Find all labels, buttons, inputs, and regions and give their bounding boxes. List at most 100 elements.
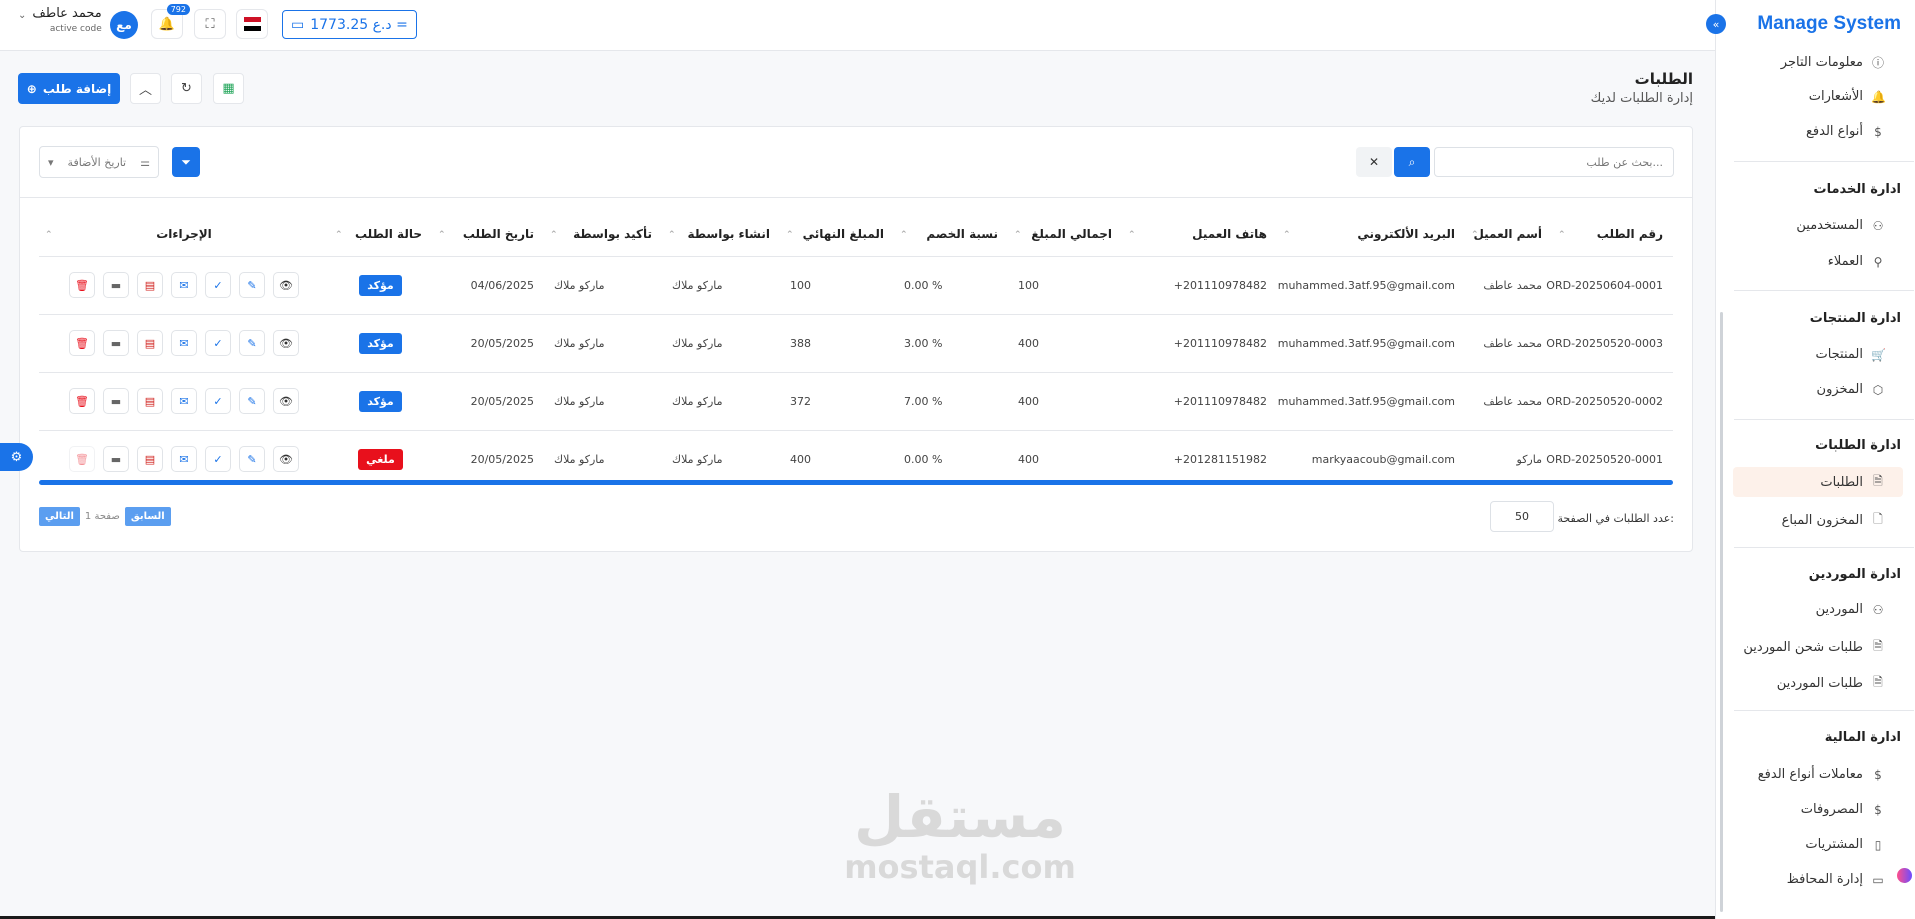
column-header[interactable]: رقم الطلب ⌃ bbox=[1552, 213, 1673, 256]
sidebar-item-notifications[interactable]: الأشعارات 🔔 bbox=[1809, 89, 1886, 104]
view-button[interactable]: 👁 bbox=[273, 272, 299, 298]
confirm-button[interactable]: ✓ bbox=[205, 272, 231, 298]
sort-icon[interactable]: ⌃ bbox=[900, 230, 908, 240]
sort-icon[interactable]: ⌃ bbox=[1128, 230, 1136, 240]
confirm-button[interactable]: ✓ bbox=[205, 388, 231, 414]
column-header[interactable]: هاتف العميل ⌃ bbox=[1122, 213, 1277, 256]
table-row[interactable]: ORD-20250520-0002 محمد عاطف muhammed.3atf.… bbox=[39, 371, 1673, 430]
sidebar-item-users[interactable]: المستخدمين ⚇ bbox=[1796, 218, 1885, 233]
table-row[interactable]: ORD-20250520-0003 محمد عاطف muhammed.3atf.… bbox=[39, 313, 1673, 372]
pdf-button[interactable]: ▤ bbox=[137, 330, 163, 356]
delete-button[interactable]: 🗑 bbox=[69, 446, 95, 473]
settings-button[interactable]: ⚙ bbox=[0, 443, 33, 471]
watermark-arabic: مستقل bbox=[853, 783, 1067, 851]
sidebar-item-products[interactable]: المنتجات 🛒 bbox=[1815, 347, 1885, 362]
pdf-button[interactable]: ▤ bbox=[137, 446, 163, 473]
column-header[interactable]: حالة الطلب ⌃ bbox=[329, 213, 432, 256]
sidebar-item-merchant-info[interactable]: معلومات التاجر ⓘ bbox=[1781, 54, 1885, 71]
edit-button[interactable]: ✎ bbox=[239, 272, 265, 298]
pdf-button[interactable]: ▤ bbox=[137, 388, 163, 414]
column-header[interactable]: المبلغ النهائي ⌃ bbox=[780, 213, 894, 256]
sort-icon[interactable]: ⌃ bbox=[335, 230, 343, 240]
filter-icon: ⏷ bbox=[181, 154, 191, 169]
export-excel-button[interactable]: ▦ bbox=[213, 73, 244, 104]
per-page-input[interactable]: 50 bbox=[1490, 501, 1554, 532]
confirm-button[interactable]: ✓ bbox=[205, 446, 231, 473]
wallet-button[interactable]: ▬ bbox=[103, 446, 129, 473]
language-button[interactable] bbox=[236, 9, 268, 39]
add-order-button[interactable]: ⊕ إضافة طلب bbox=[18, 73, 120, 104]
search-button[interactable]: ⌕ bbox=[1394, 147, 1430, 177]
column-header[interactable]: أسم العميل ⌃ bbox=[1465, 213, 1552, 256]
delete-button[interactable]: 🗑 bbox=[69, 272, 95, 298]
user-menu[interactable]: ⌄ محمد عاطف active code bbox=[18, 6, 102, 34]
notifications-button[interactable]: 🔔 792 bbox=[151, 4, 190, 39]
edit-button[interactable]: ✎ bbox=[239, 446, 265, 473]
sort-icon[interactable]: ⌃ bbox=[1014, 230, 1022, 240]
prev-page-button[interactable]: السابق bbox=[124, 507, 171, 526]
balance-display[interactable]: ▭ 1773.25 د.ع = bbox=[282, 10, 417, 39]
next-page-button[interactable]: التالي bbox=[39, 507, 80, 526]
mail-button[interactable]: ✉ bbox=[171, 446, 197, 473]
date-sort-select[interactable]: ▾ تاريخ الأضافة ⚌ bbox=[39, 146, 159, 178]
balance-value: 1773.25 د.ع = bbox=[310, 16, 408, 33]
sidebar-item-purchases[interactable]: المشتريات ▯ bbox=[1805, 837, 1885, 852]
column-header[interactable]: الإجراءات ⌃ bbox=[39, 213, 329, 256]
column-header[interactable]: انشاء بواسطة ⌃ bbox=[662, 213, 780, 256]
sort-icon[interactable]: ⌃ bbox=[1558, 230, 1566, 240]
column-header[interactable]: اجمالي المبلغ ⌃ bbox=[1008, 213, 1122, 256]
sidebar-item-supplier-orders[interactable]: طلبات الموردين 🗎 bbox=[1777, 673, 1885, 694]
sort-icon[interactable]: ⌃ bbox=[668, 230, 676, 240]
sidebar-item-orders[interactable]: 🗎 الطلبات bbox=[1733, 467, 1903, 497]
collapse-button[interactable]: ︿ bbox=[130, 73, 161, 104]
sort-icon[interactable]: ⌃ bbox=[550, 230, 558, 240]
confirm-button[interactable]: ✓ bbox=[205, 330, 231, 356]
sidebar-item-payment-transactions[interactable]: معاملات أنواع الدفع $ bbox=[1758, 767, 1885, 782]
refresh-button[interactable]: ↻ bbox=[171, 73, 202, 104]
edit-button[interactable]: ✎ bbox=[239, 388, 265, 414]
fullscreen-icon: ⛶ bbox=[205, 16, 215, 32]
app-logo-icon[interactable] bbox=[1897, 868, 1912, 883]
edit-button[interactable]: ✎ bbox=[239, 330, 265, 356]
filter-button[interactable]: ⏷ bbox=[172, 147, 200, 177]
sort-icon[interactable]: ⌃ bbox=[786, 230, 794, 240]
column-header[interactable]: البريد الألكتروني ⌃ bbox=[1277, 213, 1465, 256]
view-icon: 👁 bbox=[279, 394, 293, 408]
sidebar-item-inventory[interactable]: المخزون ⬡ bbox=[1817, 382, 1885, 397]
mail-button[interactable]: ✉ bbox=[171, 272, 197, 298]
mail-button[interactable]: ✉ bbox=[171, 388, 197, 414]
sidebar-item-sold-inventory[interactable]: المخزون المباع 🗋 bbox=[1782, 510, 1885, 531]
view-button[interactable]: 👁 bbox=[273, 330, 299, 356]
wallet-button[interactable]: ▬ bbox=[103, 272, 129, 298]
wallet-button[interactable]: ▬ bbox=[103, 330, 129, 356]
delete-button[interactable]: 🗑 bbox=[69, 330, 95, 356]
sidebar-item-suppliers[interactable]: الموردين ⚇ bbox=[1816, 602, 1885, 617]
clear-search-button[interactable]: ✕ bbox=[1356, 147, 1392, 177]
search-input[interactable]: بحث عن طلب... bbox=[1434, 147, 1674, 177]
delete-button[interactable]: 🗑 bbox=[69, 388, 95, 414]
fullscreen-button[interactable]: ⛶ bbox=[194, 9, 226, 39]
sidebar-item-supplier-shipping-orders[interactable]: طلبات شحن الموردين 🗎 bbox=[1743, 637, 1885, 658]
view-button[interactable]: 👁 bbox=[273, 446, 299, 473]
sort-icon[interactable]: ⌃ bbox=[1471, 230, 1479, 240]
column-header[interactable]: نسبة الخصم ⌃ bbox=[894, 213, 1008, 256]
sort-icon[interactable]: ⌃ bbox=[438, 230, 446, 240]
collapse-sidebar-button[interactable]: « bbox=[1706, 14, 1726, 34]
chevron-down-icon[interactable]: ⌄ bbox=[18, 10, 26, 21]
pdf-button[interactable]: ▤ bbox=[137, 272, 163, 298]
sidebar-scrollbar[interactable] bbox=[1720, 312, 1723, 912]
sidebar-item-payment-types[interactable]: أنواع الدفع $ bbox=[1806, 124, 1885, 139]
sort-icon[interactable]: ⌃ bbox=[1283, 230, 1291, 240]
view-button[interactable]: 👁 bbox=[273, 388, 299, 414]
column-header[interactable]: تاريخ الطلب ⌃ bbox=[432, 213, 544, 256]
wallet-button[interactable]: ▬ bbox=[103, 388, 129, 414]
column-header[interactable]: تأكيد بواسطة ⌃ bbox=[544, 213, 662, 256]
table-row[interactable]: ORD-20250604-0001 محمد عاطف muhammed.3atf.… bbox=[39, 255, 1673, 314]
sidebar-item-wallets[interactable]: إدارة المحافظ ▭ bbox=[1787, 872, 1885, 887]
sidebar-item-expenses[interactable]: المصروفات $ bbox=[1801, 802, 1885, 817]
sidebar-item-customers[interactable]: العملاء ⚲ bbox=[1828, 254, 1885, 269]
horizontal-scrollbar[interactable] bbox=[39, 480, 1673, 485]
sort-icon[interactable]: ⌃ bbox=[45, 230, 53, 240]
mail-button[interactable]: ✉ bbox=[171, 330, 197, 356]
avatar[interactable]: مع bbox=[110, 11, 138, 39]
